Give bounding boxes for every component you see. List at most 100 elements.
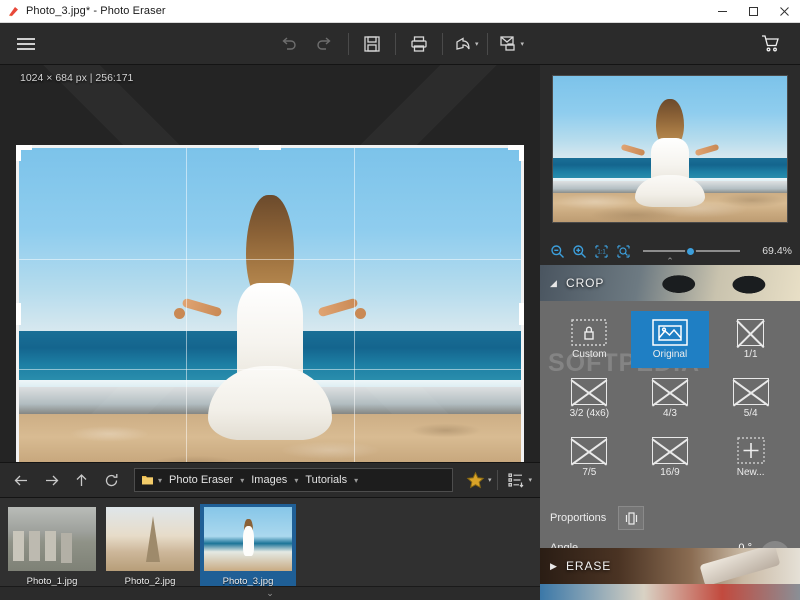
erase-expand-arrow-icon[interactable]: ▶ bbox=[550, 561, 566, 572]
minimize-button[interactable] bbox=[707, 0, 738, 23]
preview-panel bbox=[540, 65, 800, 237]
main-toolbar: ▾ ▾ bbox=[0, 23, 800, 65]
angle-value: 0 ° bbox=[738, 542, 752, 548]
crop-handle-top-right-v[interactable] bbox=[519, 145, 524, 161]
breadcrumb-chevron-icon-1[interactable]: ▾ bbox=[239, 476, 245, 485]
crop-preset-label-7-5: 7/5 bbox=[582, 467, 596, 478]
crop-section-header[interactable]: ◢ CROP bbox=[540, 265, 800, 301]
favorites-button[interactable]: ▾ bbox=[461, 466, 494, 494]
crop-preset-label-new: New... bbox=[737, 467, 765, 478]
preview-figure-skirt bbox=[635, 175, 705, 207]
crop-handle-top-left-v[interactable] bbox=[16, 145, 21, 161]
proportions-row: Proportions bbox=[550, 506, 790, 530]
back-button[interactable] bbox=[6, 466, 36, 494]
rect-icon-5-4 bbox=[733, 378, 769, 405]
crop-preset-label-16-9: 16/9 bbox=[660, 467, 679, 478]
breadcrumb-item-0[interactable]: Photo Eraser bbox=[165, 474, 237, 486]
undo-icon[interactable] bbox=[271, 27, 307, 61]
thumbnail-image-0 bbox=[8, 507, 96, 571]
crop-expand-arrow-icon[interactable]: ◢ bbox=[550, 278, 566, 289]
thumbnail-item-1[interactable]: Photo_2.jpg bbox=[102, 504, 198, 594]
breadcrumb-item-2[interactable]: Tutorials bbox=[301, 474, 351, 486]
toolbar-divider bbox=[348, 33, 349, 55]
picture-icon bbox=[652, 319, 688, 346]
toolbar-divider bbox=[442, 33, 443, 55]
breadcrumb-chevron-icon-0[interactable]: ▾ bbox=[157, 476, 163, 485]
crop-preset-label-3-2: 3/2 (4x6) bbox=[570, 408, 609, 419]
canvas-area[interactable]: 1024 × 684 px | 256:171 bbox=[0, 65, 540, 462]
zoom-in-icon[interactable] bbox=[570, 242, 589, 261]
file-navigation-bar: ▾ Photo Eraser ▾ Images ▾ Tutorials ▾ ▾ bbox=[0, 462, 540, 498]
crop-handle-right-middle[interactable] bbox=[519, 303, 524, 325]
cart-icon[interactable] bbox=[752, 27, 788, 61]
zoom-fit-screen-icon[interactable] bbox=[614, 242, 633, 261]
email-button[interactable]: ▾ bbox=[493, 27, 528, 61]
erase-section-header[interactable]: ▶ ERASE bbox=[540, 548, 800, 584]
thumbnail-item-2[interactable]: Photo_3.jpg bbox=[200, 504, 296, 594]
share-caret-icon: ▾ bbox=[475, 40, 479, 48]
proportions-label: Proportions bbox=[550, 512, 606, 524]
breadcrumb-chevron-icon-3[interactable]: ▾ bbox=[353, 476, 359, 485]
crop-handle-top-center[interactable] bbox=[259, 145, 281, 150]
photo-image bbox=[19, 148, 521, 462]
crop-preset-label-original: Original bbox=[653, 349, 687, 360]
crop-preset-original[interactable]: Original bbox=[631, 311, 710, 368]
close-button[interactable] bbox=[769, 0, 800, 23]
crop-preset-7-5[interactable]: 7/5 bbox=[550, 429, 629, 486]
figure-hand-right bbox=[355, 308, 366, 319]
print-icon[interactable] bbox=[401, 27, 437, 61]
crop-preset-3-2[interactable]: 3/2 (4x6) bbox=[550, 370, 629, 427]
crop-preset-5-4[interactable]: 5/4 bbox=[711, 370, 790, 427]
email-caret-icon: ▾ bbox=[521, 40, 525, 48]
share-button[interactable]: ▾ bbox=[448, 27, 482, 61]
image-dimensions-label: 1024 × 684 px | 256:171 bbox=[20, 72, 133, 84]
thumbnail-image-1 bbox=[106, 507, 194, 571]
refresh-button[interactable] bbox=[96, 466, 126, 494]
crop-preset-16-9[interactable]: 16/9 bbox=[631, 429, 710, 486]
crop-preset-grid: Custom Original bbox=[550, 311, 790, 486]
zoom-actual-size-icon[interactable]: 1:1 bbox=[592, 242, 611, 261]
up-button[interactable] bbox=[66, 466, 96, 494]
save-icon[interactable] bbox=[354, 27, 390, 61]
zoom-slider-handle[interactable] bbox=[685, 246, 696, 257]
thumbnail-strip: Photo_1.jpg Photo_2.jpg Photo_3.jpg ⌄ bbox=[0, 498, 540, 600]
sort-caret-icon[interactable]: ▾ bbox=[528, 476, 532, 484]
title-bar: Photo_3.jpg* - Photo Eraser bbox=[0, 0, 800, 23]
lock-icon bbox=[571, 319, 607, 346]
redo-icon[interactable] bbox=[307, 27, 343, 61]
favorites-caret-icon[interactable]: ▾ bbox=[488, 476, 492, 484]
next-section-preview-strip[interactable] bbox=[540, 584, 800, 600]
thumbnail-image-2 bbox=[204, 507, 292, 571]
crop-preset-4-3[interactable]: 4/3 bbox=[631, 370, 710, 427]
crop-preset-label-1-1: 1/1 bbox=[744, 349, 758, 360]
zoom-toolbar: 1:1 69.4% ⌃ bbox=[540, 237, 800, 265]
crop-preset-label-custom: Custom bbox=[572, 349, 606, 360]
zoom-out-icon[interactable] bbox=[548, 242, 567, 261]
thumbnail-expand-chevron-icon[interactable]: ⌄ bbox=[0, 586, 540, 600]
rect-icon-3-2 bbox=[571, 378, 607, 405]
crop-preset-custom[interactable]: Custom bbox=[550, 311, 629, 368]
zoom-slider[interactable] bbox=[643, 243, 740, 259]
thumbnail-item-0[interactable]: Photo_1.jpg bbox=[4, 504, 100, 594]
crop-preset-new[interactable]: New... bbox=[711, 429, 790, 486]
crop-panel: SOFTPEDIA Custom bbox=[540, 301, 800, 548]
navbar-divider bbox=[497, 470, 498, 490]
crop-handle-left-middle[interactable] bbox=[16, 303, 21, 325]
crop-selection-frame[interactable] bbox=[16, 145, 524, 462]
breadcrumb-chevron-icon-2[interactable]: ▾ bbox=[293, 476, 299, 485]
angle-label: Angle bbox=[550, 542, 578, 548]
crop-preset-1-1[interactable]: 1/1 bbox=[711, 311, 790, 368]
crop-section-title: CROP bbox=[566, 276, 604, 290]
hamburger-menu-icon[interactable] bbox=[6, 27, 46, 61]
crop-preset-label-4-3: 4/3 bbox=[663, 408, 677, 419]
breadcrumb-item-1[interactable]: Images bbox=[247, 474, 291, 486]
maximize-button[interactable] bbox=[738, 0, 769, 23]
window-title: Photo_3.jpg* - Photo Eraser bbox=[26, 5, 166, 17]
editor-column: 1024 × 684 px | 256:171 bbox=[0, 65, 540, 600]
flip-orientation-icon[interactable] bbox=[618, 506, 644, 530]
forward-button[interactable] bbox=[36, 466, 66, 494]
photo-figure bbox=[204, 195, 336, 441]
angle-row: Angle 0 ° bbox=[550, 542, 790, 548]
sort-button[interactable]: ▾ bbox=[502, 466, 534, 494]
breadcrumb[interactable]: ▾ Photo Eraser ▾ Images ▾ Tutorials ▾ bbox=[134, 468, 453, 492]
